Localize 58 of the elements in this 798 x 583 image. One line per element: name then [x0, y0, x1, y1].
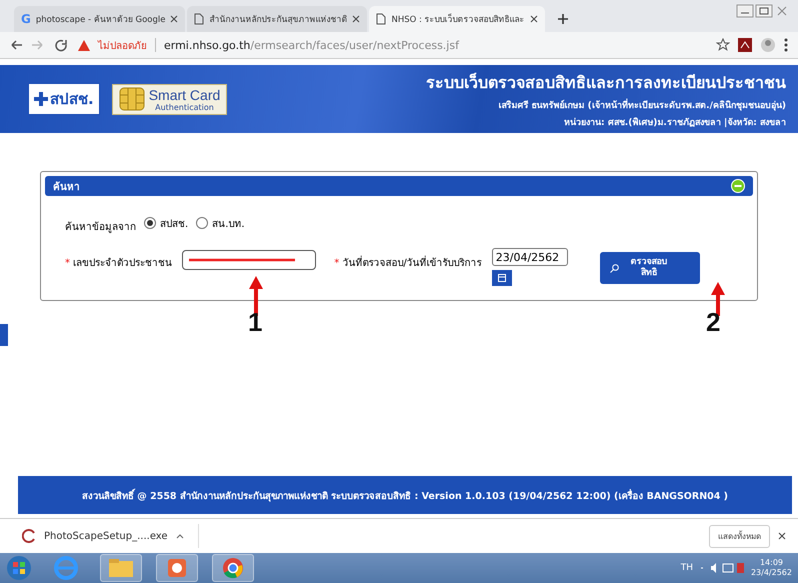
- chrome-taskbar-icon[interactable]: [212, 554, 254, 582]
- source-radio[interactable]: สปสช.: [144, 216, 188, 230]
- star-icon[interactable]: [716, 38, 730, 52]
- browser-tab[interactable]: สำนักงานหลักประกันสุขภาพแห่งชาติ: [187, 6, 368, 32]
- collapse-icon[interactable]: [731, 179, 745, 193]
- browser-tab[interactable]: NHSO : ระบบเว็บตรวจสอบสิทธิและ: [369, 6, 545, 32]
- page-icon: [194, 13, 204, 25]
- navigation-icon[interactable]: [10, 38, 70, 52]
- calendar-icon: [498, 274, 506, 282]
- close-icon[interactable]: [778, 532, 786, 540]
- source-label: ค้นหาข้อมูลจาก: [65, 220, 136, 234]
- sidebar-toggle[interactable]: [0, 324, 8, 346]
- radio-circle[interactable]: [196, 217, 208, 229]
- clock[interactable]: 14:09 23/4/2562: [750, 558, 792, 578]
- download-item[interactable]: PhotoScapeSetup_....exe: [22, 524, 199, 548]
- user-info: เสริมศรี ธนทรัพย์เกษม (เจ้าหน้าที่ทะเบียนระดับรพ.สต./คลินิกชุมชนอบอุ่น): [498, 98, 786, 112]
- unit-info: หน่วยงาน: ศสช.(พิเศษ)ม.ราชภัฏสงขลา |จังหวัด: สงขลา: [564, 116, 786, 128]
- cross-icon: [34, 92, 48, 106]
- logo-text: สปสช.: [50, 89, 94, 110]
- close-icon[interactable]: [170, 15, 178, 23]
- id-input-field[interactable]: [182, 250, 316, 270]
- date-input-field[interactable]: 23/04/2562: [492, 248, 568, 266]
- warning-icon: [78, 40, 90, 50]
- menu-icon[interactable]: [784, 38, 788, 52]
- tab-title: photoscape - ค้นหาด้วย Google: [36, 14, 166, 26]
- google-icon: G: [21, 12, 31, 26]
- system-title: ระบบเว็บตรวจสอบสิทธิและการลงทะเบียนประชาชน: [426, 72, 786, 94]
- security-label[interactable]: ไม่ปลอดภัย: [98, 38, 147, 52]
- browser-tab[interactable]: G photoscape - ค้นหาด้วย Google: [14, 6, 186, 32]
- caret-icon: [176, 533, 184, 539]
- source-radio[interactable]: สน.บท.: [196, 216, 245, 230]
- date-label: * วันที่ตรวจสอบ/วันที่เข้ารับบริการ: [334, 248, 482, 270]
- close-icon[interactable]: [352, 15, 360, 23]
- copyright-text: สงวนลิขสิทธิ์ @ 2558 สำนักงานหลักประกันสุขภาพแห่งชาติ ระบบตรวจสอบสิทธิ : Version 1.0.103 (19/04/2562 12:00) (เครื่อง BANGSORN04 ): [82, 488, 728, 502]
- page-icon: [376, 13, 386, 25]
- annotation-number: 2: [706, 307, 720, 338]
- language-indicator[interactable]: TH: [680, 563, 693, 573]
- radio-circle[interactable]: [144, 217, 156, 229]
- tray-icons[interactable]: [698, 561, 745, 575]
- new-tab-icon[interactable]: [556, 13, 569, 25]
- start-button[interactable]: [6, 555, 32, 581]
- url-text[interactable]: ermi.nhso.go.th/ermsearch/faces/user/nextProcess.jsf: [164, 38, 459, 52]
- tab-title: สำนักงานหลักประกันสุขภาพแห่งชาติ: [209, 14, 348, 26]
- close-icon[interactable]: [530, 15, 538, 23]
- check-rights-button[interactable]: ตรวจสอบสิทธิ: [600, 252, 700, 284]
- search-icon: [610, 264, 619, 272]
- id-label: * เลขประจำตัวประชาชน: [65, 256, 172, 270]
- smart-card-subtitle: Authentication: [154, 102, 215, 112]
- panel-title: ค้นหา: [53, 180, 80, 194]
- media-taskbar-icon[interactable]: [156, 554, 198, 582]
- chip-icon: [118, 87, 145, 111]
- show-all-button[interactable]: แสดงทั้งหมด: [709, 524, 770, 548]
- annotation-number: 1: [248, 307, 262, 338]
- smart-card-title: Smart Card: [148, 86, 220, 102]
- calendar-button[interactable]: [492, 270, 512, 286]
- profile-icon[interactable]: [760, 37, 776, 53]
- tab-title: NHSO : ระบบเว็บตรวจสอบสิทธิและ: [391, 12, 525, 26]
- extension-icon[interactable]: [738, 38, 752, 52]
